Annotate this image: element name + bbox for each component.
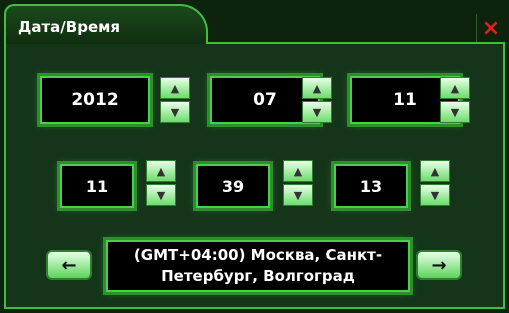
title-tab: Дата/Время	[4, 4, 208, 44]
hour-down-button[interactable]: ▼	[146, 184, 176, 206]
arrow-down-icon: ▼	[450, 105, 460, 119]
arrow-down-icon: ▼	[312, 105, 322, 119]
arrow-up-icon: ▲	[170, 81, 180, 95]
arrow-up-icon: ▲	[450, 81, 460, 95]
year-spinner: ▲ ▼	[160, 77, 190, 123]
hour-field[interactable]: 11	[60, 164, 134, 208]
second-up-button[interactable]: ▲	[420, 160, 450, 182]
minute-up-button[interactable]: ▲	[283, 160, 313, 182]
arrow-down-icon: ▼	[170, 105, 180, 119]
day-spinner: ▲ ▼	[440, 77, 470, 123]
timezone-field[interactable]: (GMT+04:00) Москва, Санкт-Петербург, Вол…	[106, 240, 410, 292]
arrow-up-icon: ▲	[293, 164, 303, 178]
month-up-button[interactable]: ▲	[302, 77, 332, 99]
day-up-button[interactable]: ▲	[440, 77, 470, 99]
day-down-button[interactable]: ▼	[440, 101, 470, 123]
minute-field[interactable]: 39	[196, 164, 270, 208]
arrow-up-icon: ▲	[156, 164, 166, 178]
arrow-up-icon: ▲	[430, 164, 440, 178]
second-spinner: ▲ ▼	[420, 160, 450, 206]
arrow-down-icon: ▼	[156, 188, 166, 202]
year-up-button[interactable]: ▲	[160, 77, 190, 99]
second-down-button[interactable]: ▼	[420, 184, 450, 206]
settings-window: Дата/Время × 2012 ▲ ▼ 07 ▲ ▼ 11 ▲ ▼ 11 ▲…	[0, 0, 509, 313]
arrow-left-icon: ←	[61, 254, 77, 276]
close-icon[interactable]: ×	[476, 14, 505, 42]
hour-spinner: ▲ ▼	[146, 160, 176, 206]
arrow-right-icon: →	[431, 254, 447, 276]
arrow-up-icon: ▲	[312, 81, 322, 95]
arrow-down-icon: ▼	[293, 188, 303, 202]
minute-spinner: ▲ ▼	[283, 160, 313, 206]
month-spinner: ▲ ▼	[302, 77, 332, 123]
arrow-down-icon: ▼	[430, 188, 440, 202]
month-down-button[interactable]: ▼	[302, 101, 332, 123]
timezone-next-button[interactable]: →	[416, 250, 462, 280]
year-down-button[interactable]: ▼	[160, 101, 190, 123]
window-title: Дата/Время	[18, 18, 121, 36]
minute-down-button[interactable]: ▼	[283, 184, 313, 206]
hour-up-button[interactable]: ▲	[146, 160, 176, 182]
timezone-prev-button[interactable]: ←	[46, 250, 92, 280]
year-field[interactable]: 2012	[40, 76, 150, 124]
second-field[interactable]: 13	[334, 164, 408, 208]
